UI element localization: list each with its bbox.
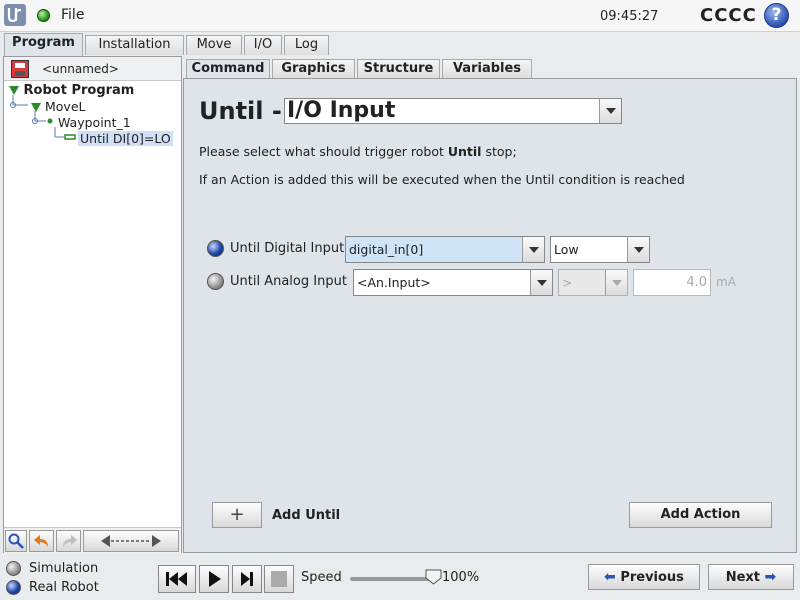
tree-item-until[interactable]: Until DI[0]=LO [78, 131, 173, 147]
real-robot-radio[interactable] [6, 580, 21, 595]
tab-variables[interactable]: Variables [442, 59, 532, 78]
tree-item-label: Until DI[0]=LO [78, 131, 173, 146]
arrow-left-icon: ⬅ [604, 569, 616, 585]
analog-operator-select[interactable]: > [558, 269, 628, 296]
analog-input-radio[interactable] [207, 273, 224, 290]
tab-installation[interactable]: Installation [85, 35, 184, 55]
description-line-2: If an Action is added this will be execu… [199, 172, 685, 187]
tree-item-label: Waypoint_1 [58, 115, 131, 130]
tree-nav-button[interactable] [83, 530, 179, 552]
tab-command[interactable]: Command [186, 59, 270, 78]
bottom-bar: Simulation Real Robot Speed 100% ⬅ Previ… [0, 555, 800, 600]
previous-label: Previous [620, 570, 684, 585]
command-content: Until - I/O Input Please select what sho… [183, 78, 797, 553]
description-line-1: Please select what should trigger robot … [199, 144, 517, 159]
add-action-button[interactable]: Add Action [629, 502, 772, 528]
chevron-down-icon[interactable] [599, 99, 621, 123]
page-title: Until - [199, 97, 282, 125]
speed-value: 100% [442, 570, 480, 585]
digital-level-value: Low [554, 242, 579, 257]
analog-input-select[interactable]: <An.Input> [353, 269, 553, 296]
skip-back-button[interactable] [158, 565, 196, 593]
tab-program[interactable]: Program [4, 33, 83, 56]
real-robot-label: Real Robot [29, 580, 99, 595]
main-tabs: Program Installation Move I/O Log [0, 32, 800, 56]
robot-status-icon [37, 9, 50, 22]
simulation-label: Simulation [29, 561, 99, 576]
add-until-label: Add Until [272, 508, 341, 523]
file-menu[interactable]: File [61, 7, 84, 23]
help-icon[interactable]: ? [764, 3, 789, 28]
speed-slider-handle[interactable] [425, 569, 442, 585]
previous-button[interactable]: ⬅ Previous [588, 564, 700, 590]
search-button[interactable] [5, 530, 27, 552]
until-type-select[interactable]: I/O Input [284, 98, 622, 124]
chevron-down-icon[interactable] [605, 270, 627, 295]
undo-button[interactable] [29, 530, 54, 552]
analog-operator-value: > [562, 275, 573, 290]
speed-slider-track[interactable] [350, 577, 435, 581]
simulation-radio[interactable] [6, 561, 21, 576]
step-forward-icon [241, 572, 253, 586]
tree-item-waypoint[interactable]: Waypoint_1 [58, 115, 131, 131]
redo-button[interactable] [56, 530, 81, 552]
analog-unit: mA [716, 275, 736, 289]
digital-level-select[interactable]: Low [550, 236, 650, 263]
add-until-button[interactable]: + [212, 502, 262, 528]
node-panel: Command Graphics Structure Variables Unt… [183, 56, 797, 553]
tab-io[interactable]: I/O [244, 35, 282, 55]
description-text: Please select what should trigger robot [199, 144, 448, 159]
description-text: stop; [481, 144, 517, 159]
clock: 09:45:27 [600, 9, 659, 24]
stop-button[interactable] [264, 565, 294, 593]
tab-log[interactable]: Log [284, 35, 329, 55]
chevron-down-icon[interactable] [522, 237, 544, 262]
next-button[interactable]: Next ➡ [708, 564, 794, 590]
chevron-down-icon[interactable] [627, 237, 649, 262]
speed-label: Speed [301, 570, 342, 585]
program-header: <unnamed> [4, 57, 181, 81]
digital-input-select[interactable]: digital_in[0] [345, 236, 545, 263]
tab-structure[interactable]: Structure [357, 59, 440, 78]
tab-move[interactable]: Move [186, 35, 242, 55]
next-label: Next [725, 570, 761, 585]
digital-input-value: digital_in[0] [349, 242, 424, 257]
until-type-value: I/O Input [287, 98, 396, 123]
arrow-right-icon: ➡ [764, 569, 777, 585]
play-icon [209, 571, 221, 587]
digital-input-radio[interactable] [207, 240, 224, 257]
digital-input-label: Until Digital Input [230, 241, 345, 256]
tree-item-label: MoveL [44, 99, 86, 114]
robot-name: CCCC [700, 5, 757, 26]
play-button[interactable] [199, 565, 229, 593]
save-icon[interactable] [11, 60, 29, 78]
tab-graphics[interactable]: Graphics [272, 59, 355, 78]
tree-item-movel[interactable]: MoveL [31, 99, 85, 115]
arrows-left-right-icon [101, 535, 161, 547]
plus-icon: + [229, 504, 245, 525]
top-bar: File 09:45:27 CCCC ? [0, 0, 800, 32]
analog-input-label: Until Analog Input [230, 274, 347, 289]
analog-input-value: <An.Input> [357, 275, 431, 290]
analog-value-field[interactable]: 4.0 [633, 269, 711, 296]
step-forward-button[interactable] [232, 565, 262, 593]
redo-icon [62, 535, 77, 547]
search-icon [8, 533, 24, 549]
chevron-down-icon[interactable] [530, 270, 552, 295]
ur-logo-icon [4, 4, 26, 26]
undo-icon [33, 535, 48, 547]
stop-icon [271, 571, 287, 587]
skip-back-icon [166, 572, 187, 586]
description-bold: Until [447, 144, 482, 159]
tree-toolbar [4, 527, 181, 553]
program-name: <unnamed> [42, 62, 119, 76]
program-tree-panel: <unnamed> Robot Program MoveL Waypoint_1 [3, 56, 182, 553]
expand-triangle-icon [31, 103, 41, 112]
